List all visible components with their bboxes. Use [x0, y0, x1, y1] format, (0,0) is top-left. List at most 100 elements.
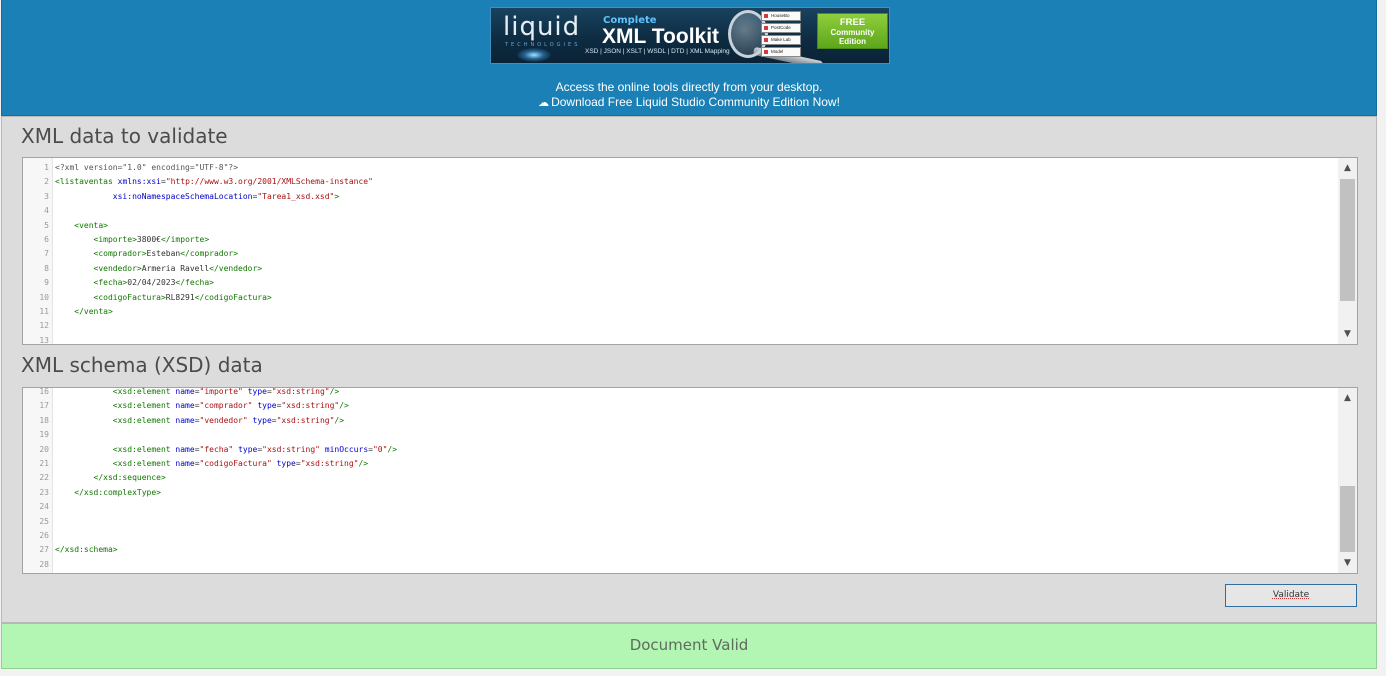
code-line[interactable]: 12 — [23, 319, 1337, 333]
liquid-logo: liquid — [503, 12, 581, 42]
free-label: FREE — [839, 17, 866, 28]
scroll-down-icon[interactable]: ▼ — [1338, 555, 1357, 571]
line-text[interactable]: <xsd:element name="comprador" type="xsd:… — [55, 399, 349, 413]
code-line[interactable]: 28 — [23, 558, 1337, 572]
line-number: 27 — [39, 545, 49, 555]
validate-button-label: Validate — [1272, 590, 1310, 600]
line-number: 3 — [44, 191, 49, 201]
code-line[interactable]: 9 <fecha>02/04/2023</fecha> — [23, 276, 1337, 290]
header-tagline: Access the online tools directly from yo… — [555, 80, 823, 94]
line-number: 5 — [44, 220, 49, 230]
line-text[interactable]: </venta> — [55, 305, 113, 319]
scroll-up-icon[interactable]: ▲ — [1338, 390, 1357, 406]
line-number: 19 — [39, 430, 49, 440]
logo-glow-icon — [517, 48, 551, 62]
ad-card: Make Lab — [761, 35, 801, 45]
line-text[interactable]: <venta> — [55, 219, 108, 233]
cloud-download-icon: ☁ — [538, 97, 550, 109]
line-text[interactable]: <xsd:element name="fecha" type="xsd:stri… — [55, 443, 397, 457]
ad-card: Model — [761, 47, 801, 57]
line-number: 26 — [39, 530, 49, 540]
ad-tags: XSD | JSON | XSLT | WSDL | DTD | XML Map… — [585, 48, 730, 55]
line-number: 22 — [39, 473, 49, 483]
line-text[interactable]: <vendedor>Armeria Ravell</vendedor> — [55, 262, 263, 276]
code-line[interactable]: 11 </venta> — [23, 305, 1337, 319]
line-number: 16 — [39, 387, 49, 396]
line-number: 25 — [39, 516, 49, 526]
line-number: 6 — [44, 234, 49, 244]
scroll-down-icon[interactable]: ▼ — [1338, 326, 1357, 342]
code-line[interactable]: 20 <xsd:element name="fecha" type="xsd:s… — [23, 443, 1337, 457]
code-line[interactable]: 23 </xsd:complexType> — [23, 486, 1337, 500]
code-line[interactable]: 5 <venta> — [23, 219, 1337, 233]
scrollbar-thumb[interactable] — [1340, 486, 1355, 552]
xsd-code-lines[interactable]: 16 <xsd:element name="importe" type="xsd… — [23, 387, 1337, 572]
line-number: 1 — [44, 163, 49, 172]
code-line[interactable]: 7 <comprador>Esteban</comprador> — [23, 247, 1337, 261]
code-line[interactable]: 8 <vendedor>Armeria Ravell</vendedor> — [23, 262, 1337, 276]
community-label: Community — [830, 28, 875, 37]
line-number: 23 — [39, 487, 49, 497]
line-number: 7 — [44, 249, 49, 259]
line-text[interactable]: xsi:noNamespaceSchemaLocation="Tarea1_xs… — [55, 190, 339, 204]
line-text[interactable]: </xsd:sequence> — [55, 471, 166, 485]
ad-card: PostCode — [761, 23, 801, 33]
line-number: 2 — [44, 177, 49, 187]
code-line[interactable]: 19 — [23, 428, 1337, 442]
xml-editor[interactable]: 1 <?xml version="1.0" encoding="UTF-8"?> 2… — [22, 157, 1358, 345]
validation-result: Document Valid — [1, 623, 1377, 669]
code-line[interactable]: 4 — [23, 204, 1337, 218]
xsd-editor[interactable]: 16 <xsd:element name="importe" type="xsd… — [22, 387, 1358, 574]
ad-card: HouseBo — [761, 11, 801, 21]
code-line[interactable]: 6 <importe>3800€</importe> — [23, 233, 1337, 247]
xml-toolkit-ad[interactable]: liquid TECHNOLOGIES Complete XML Toolkit… — [490, 7, 890, 64]
line-number: 20 — [39, 444, 49, 454]
line-number: 11 — [39, 306, 49, 316]
code-line[interactable]: 2 <listaventas xmlns:xsi="http://www.w3.o… — [23, 175, 1337, 189]
code-line[interactable]: 13 — [23, 334, 1337, 345]
validate-button[interactable]: Validate — [1225, 584, 1357, 607]
line-number: 24 — [39, 502, 49, 512]
code-line[interactable]: 1 <?xml version="1.0" encoding="UTF-8"?> — [23, 161, 1337, 175]
line-number: 28 — [39, 559, 49, 569]
line-text[interactable]: <xsd:element name="codigoFactura" type="… — [55, 457, 368, 471]
code-line[interactable]: 24 — [23, 500, 1337, 514]
ad-title: XML Toolkit — [602, 25, 720, 48]
line-number: 18 — [39, 415, 49, 425]
liquid-logo-sub: TECHNOLOGIES — [505, 42, 581, 48]
line-number: 9 — [44, 278, 49, 288]
line-number: 12 — [39, 321, 49, 331]
code-line[interactable]: 25 — [23, 515, 1337, 529]
line-text[interactable]: </xsd:complexType> — [55, 486, 161, 500]
xml-code-lines[interactable]: 1 <?xml version="1.0" encoding="UTF-8"?> 2… — [23, 161, 1337, 345]
download-link[interactable]: ☁ Download Free Liquid Studio Community E… — [2, 95, 1376, 109]
xml-section-title: XML data to validate — [21, 124, 228, 148]
line-text[interactable]: <fecha>02/04/2023</fecha> — [55, 276, 214, 290]
code-line[interactable]: 17 <xsd:element name="comprador" type="x… — [23, 399, 1337, 413]
line-text[interactable]: <?xml version="1.0" encoding="UTF-8"?> — [55, 161, 238, 175]
code-line[interactable]: 18 <xsd:element name="vendedor" type="xs… — [23, 414, 1337, 428]
code-line[interactable]: 3 xsi:noNamespaceSchemaLocation="Tarea1_… — [23, 190, 1337, 204]
code-line[interactable]: 21 <xsd:element name="codigoFactura" typ… — [23, 457, 1337, 471]
line-text[interactable]: </xsd:schema> — [55, 543, 118, 557]
free-edition-badge[interactable]: FREE Community Edition — [817, 13, 888, 49]
xml-editor-scrollbar[interactable]: ▲ ▼ — [1338, 158, 1357, 344]
line-text[interactable]: <listaventas xmlns:xsi="http://www.w3.or… — [55, 175, 373, 189]
line-text[interactable]: <importe>3800€</importe> — [55, 233, 210, 247]
download-link-label: Download Free Liquid Studio Community Ed… — [551, 95, 840, 109]
line-text[interactable]: <xsd:element name="vendedor" type="xsd:s… — [55, 414, 344, 428]
scroll-up-icon[interactable]: ▲ — [1338, 160, 1357, 176]
line-text[interactable]: <comprador>Esteban</comprador> — [55, 247, 239, 261]
xsd-section-title: XML schema (XSD) data — [21, 353, 263, 377]
code-line[interactable]: 27 </xsd:schema> — [23, 543, 1337, 557]
code-line[interactable]: 10 <codigoFactura>RL8291</codigoFactura> — [23, 291, 1337, 305]
line-text[interactable]: <codigoFactura>RL8291</codigoFactura> — [55, 291, 272, 305]
line-number: 13 — [39, 335, 49, 345]
line-text[interactable]: <xsd:element name="importe" type="xsd:st… — [55, 388, 339, 399]
scrollbar-thumb[interactable] — [1340, 179, 1355, 301]
line-number: 21 — [39, 458, 49, 468]
code-line[interactable]: 16 <xsd:element name="importe" type="xsd… — [23, 387, 1337, 399]
code-line[interactable]: 26 — [23, 529, 1337, 543]
xsd-editor-scrollbar[interactable]: ▲ ▼ — [1338, 388, 1357, 573]
code-line[interactable]: 22 </xsd:sequence> — [23, 471, 1337, 485]
